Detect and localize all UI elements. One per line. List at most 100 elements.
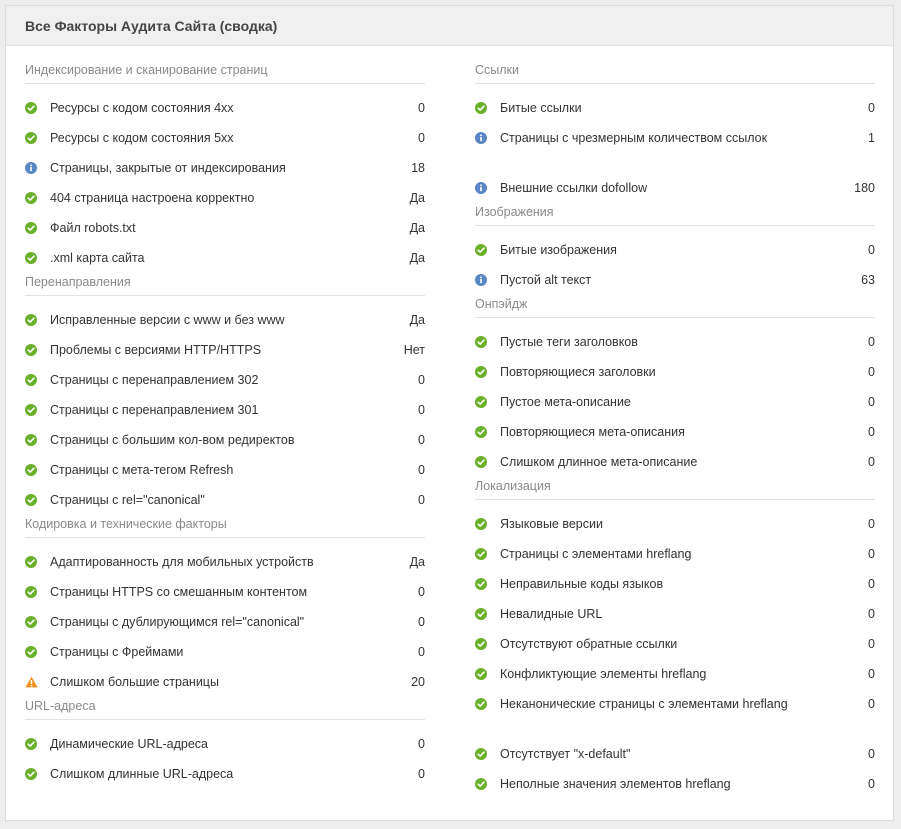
audit-factor-row[interactable]: Страницы с rel="canonical" 0 [25,485,425,515]
check-icon [475,456,487,468]
audit-factor-row[interactable]: Страницы с Фреймами 0 [25,637,425,667]
audit-factor-row[interactable]: Слишком длинные URL-адреса 0 [25,759,425,789]
audit-factor-row[interactable]: Конфликтующие элементы hreflang 0 [475,659,875,689]
check-icon-graphic [25,464,37,476]
info-icon [475,274,487,286]
check-icon [25,102,37,114]
factor-value: 0 [868,547,875,561]
check-icon-graphic [475,668,487,680]
audit-factor-row[interactable]: Слишком большие страницы 20 [25,667,425,697]
audit-factor-row[interactable]: Отсутствуют обратные ссылки 0 [475,629,875,659]
audit-factor-row[interactable]: Страницы с дублирующимся rel="canonical"… [25,607,425,637]
factor-value: 0 [868,395,875,409]
factor-value: 0 [418,131,425,145]
audit-factor-row[interactable]: Ресурсы с кодом состояния 4xx 0 [25,93,425,123]
audit-factor-row[interactable]: Пустой alt текст 63 [475,265,875,295]
audit-factor-row[interactable]: Неправильные коды языков 0 [475,569,875,599]
audit-factor-row[interactable]: Битые изображения 0 [475,235,875,265]
check-icon [475,244,487,256]
warning-icon-graphic [25,676,38,688]
factor-value: 180 [854,181,875,195]
check-icon-graphic [475,426,487,438]
factor-label: Страницы с rel="canonical" [50,493,205,507]
audit-factor-row[interactable]: Страницы, закрытые от индексирования 18 [25,153,425,183]
factor-value: 0 [868,607,875,621]
check-icon-graphic [25,102,37,114]
audit-factor-row[interactable]: Отсутствует "x-default" 0 [475,739,875,769]
audit-factor-row[interactable]: Невалидные URL 0 [475,599,875,629]
factor-label: Конфликтующие элементы hreflang [500,667,707,681]
audit-factor-row[interactable]: Языковые версии 0 [475,509,875,539]
audit-factor-row[interactable]: Адаптированность для мобильных устройств… [25,547,425,577]
check-icon-graphic [25,646,37,658]
audit-factor-row[interactable]: Страницы с перенаправлением 302 0 [25,365,425,395]
factor-label: Страницы с Фреймами [50,645,184,659]
audit-factor-row[interactable]: Проблемы с версиями HTTP/HTTPS Нет [25,335,425,365]
audit-factor-row[interactable]: 404 страница настроена корректно Да [25,183,425,213]
check-icon-graphic [475,244,487,256]
audit-factor-row[interactable]: Пустые теги заголовков 0 [475,327,875,357]
factor-value: 20 [411,675,425,689]
audit-factor-row[interactable]: Страницы с перенаправлением 301 0 [25,395,425,425]
audit-factor-row[interactable]: Страницы с большим кол-вом редиректов 0 [25,425,425,455]
audit-summary-panel: Все Факторы Аудита Сайта (сводка) Индекс… [5,5,894,821]
check-icon-graphic [475,578,487,590]
section-title: Онпэйдж [475,295,875,318]
factor-value: 1 [868,131,875,145]
audit-factor-row[interactable]: Страницы с чрезмерным количеством ссылок… [475,123,875,173]
check-icon-graphic [25,404,37,416]
factor-label: Исправленные версии с www и без www [50,313,285,327]
factor-value: 0 [868,697,875,711]
audit-factor-row[interactable]: Исправленные версии с www и без www Да [25,305,425,335]
audit-factor-row[interactable]: Страницы HTTPS со смешанным контентом 0 [25,577,425,607]
check-icon-graphic [25,556,37,568]
check-icon [25,404,37,416]
audit-factor-row[interactable]: Слишком длинное мета-описание 0 [475,447,875,477]
factor-label: Страницы, закрытые от индексирования [50,161,286,175]
audit-factor-row[interactable]: Динамические URL-адреса 0 [25,729,425,759]
check-icon-graphic [25,222,37,234]
factor-value: 0 [868,455,875,469]
check-icon-graphic [475,778,487,790]
check-icon-graphic [25,738,37,750]
factor-value: 0 [418,645,425,659]
check-icon [475,698,487,710]
factor-value: 0 [868,335,875,349]
check-icon [475,366,487,378]
factor-label: .xml карта сайта [50,251,145,265]
audit-factor-row[interactable]: Неканонические страницы с элементами hre… [475,689,875,739]
check-icon [25,738,37,750]
audit-factor-row[interactable]: .xml карта сайта Да [25,243,425,273]
audit-factor-row[interactable]: Пустое мета-описание 0 [475,387,875,417]
audit-factor-row[interactable]: Повторяющиеся заголовки 0 [475,357,875,387]
factor-label: Пустой alt текст [500,273,592,287]
audit-factor-row[interactable]: Файл robots.txt Да [25,213,425,243]
audit-factor-row[interactable]: Внешние ссылки dofollow 180 [475,173,875,203]
factor-value: 0 [868,243,875,257]
factor-label: Неправильные коды языков [500,577,664,591]
check-icon-graphic [475,638,487,650]
factor-value: Да [409,221,425,235]
audit-factor-row[interactable]: Битые ссылки 0 [475,93,875,123]
audit-factor-row[interactable]: Повторяющиеся мета-описания 0 [475,417,875,447]
audit-factor-row[interactable]: Неполные значения элементов hreflang 0 [475,769,875,799]
check-icon [475,102,487,114]
check-icon [475,638,487,650]
factor-label: Страницы с чрезмерным количеством ссылок [500,131,768,145]
factor-label: Слишком длинные URL-адреса [50,767,234,781]
factor-label: Динамические URL-адреса [50,737,208,751]
check-icon-graphic [25,314,37,326]
factor-value: 0 [868,637,875,651]
check-icon [25,314,37,326]
check-icon [475,608,487,620]
factor-label: Битые изображения [500,243,617,257]
check-icon-graphic [25,374,37,386]
factor-label: 404 страница настроена корректно [50,191,255,205]
factor-label: Страницы HTTPS со смешанным контентом [50,585,308,599]
check-icon [25,252,37,264]
factor-value: Да [409,555,425,569]
check-icon-graphic [475,518,487,530]
audit-factor-row[interactable]: Страницы с мета-тегом Refresh 0 [25,455,425,485]
audit-factor-row[interactable]: Страницы с элементами hreflang 0 [475,539,875,569]
audit-factor-row[interactable]: Ресурсы с кодом состояния 5xx 0 [25,123,425,153]
